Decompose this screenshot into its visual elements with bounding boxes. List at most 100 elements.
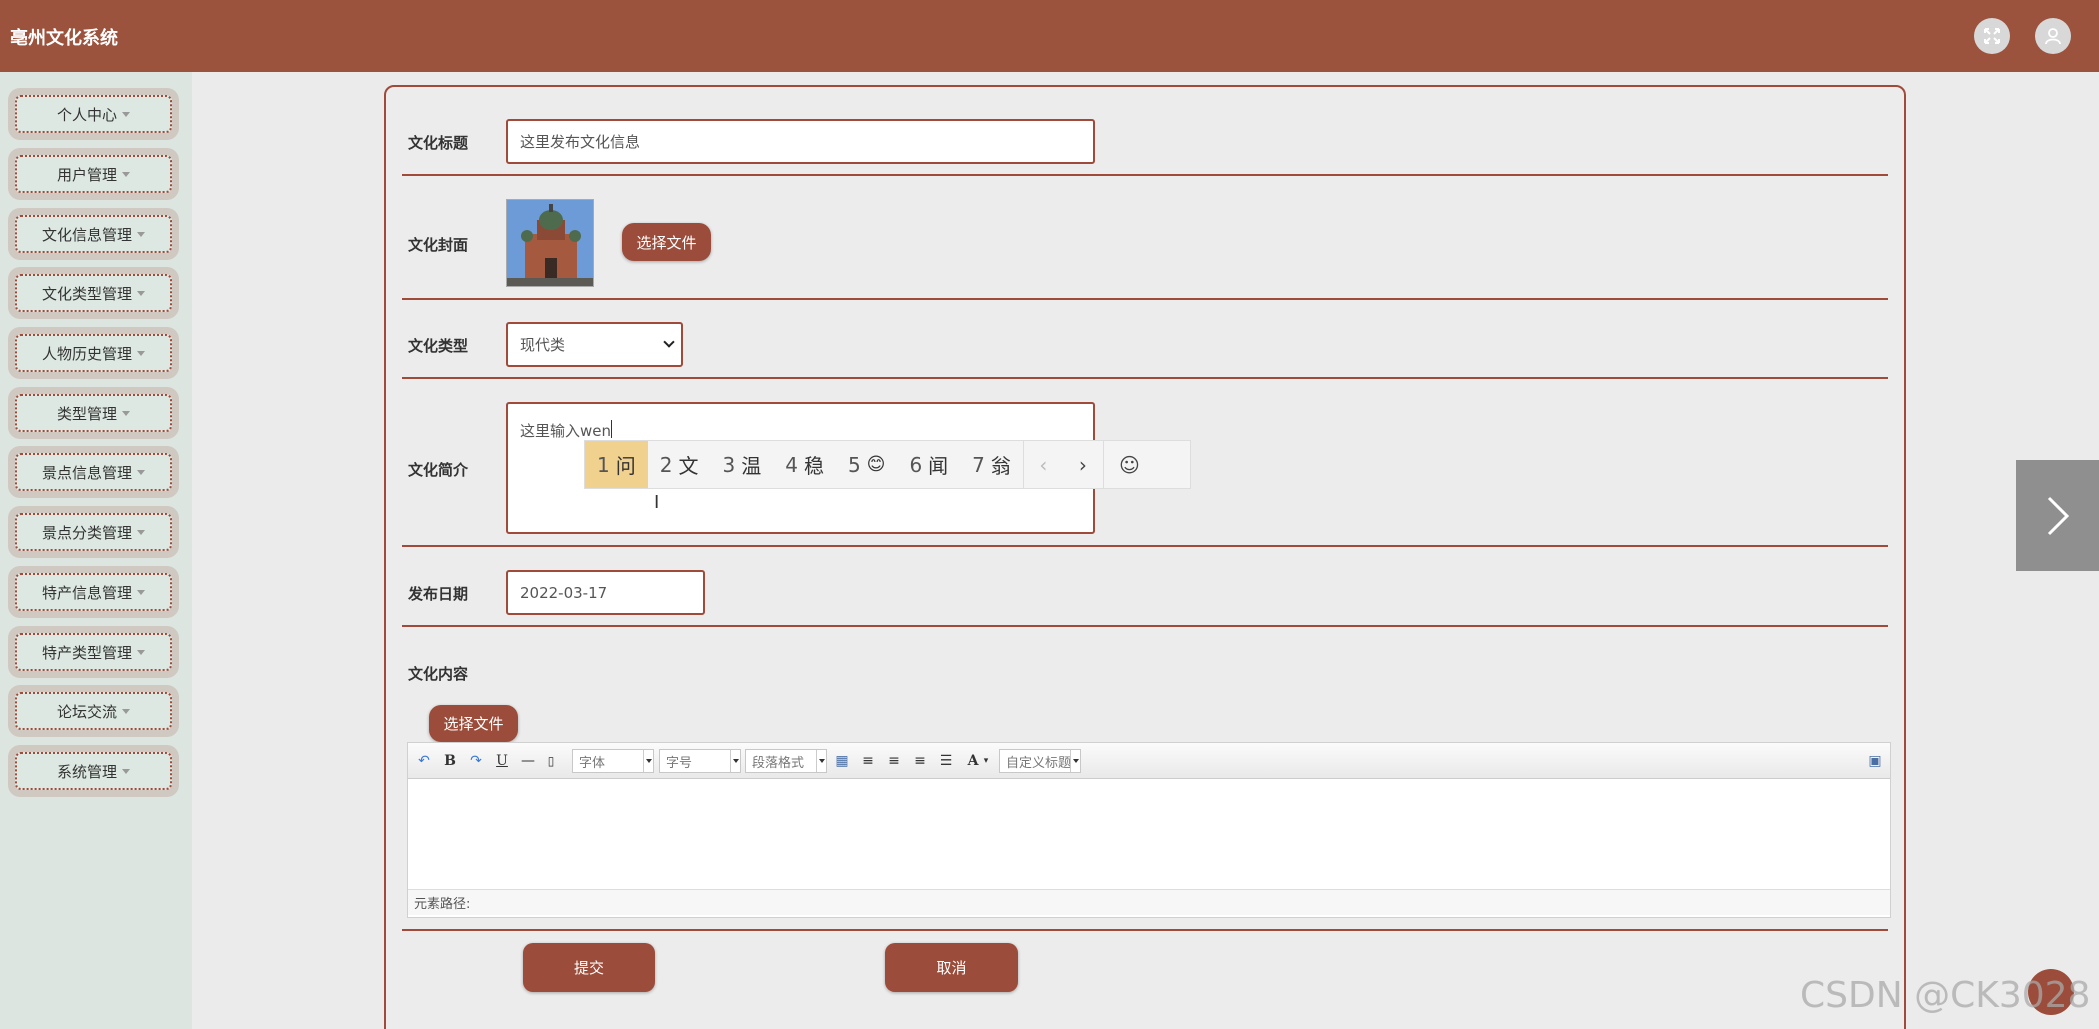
sidebar-item-specialty-info[interactable]: 特产信息管理 [8, 566, 179, 618]
sidebar-item-label: 特产类型管理 [41, 643, 132, 662]
text-cursor [611, 420, 613, 438]
dropdown-arrow-icon [816, 750, 826, 772]
custom-title-select[interactable]: 自定义标题 [999, 749, 1081, 773]
ime-candidate[interactable]: 6闻 [897, 441, 960, 488]
intro-text: 这里输入wen [520, 422, 612, 440]
intro-label: 文化简介 [408, 461, 469, 479]
sidebar-item-specialty-type[interactable]: 特产类型管理 [8, 626, 179, 678]
ime-candidate[interactable]: 5 😊 [836, 441, 898, 488]
editor-content-area[interactable] [408, 779, 1890, 889]
sidebar-item-culture-type[interactable]: 文化类型管理 [8, 267, 179, 319]
divider [402, 377, 1888, 379]
content-choose-file-button[interactable]: 选择文件 [429, 705, 518, 742]
cancel-button[interactable]: 取消 [885, 943, 1018, 992]
date-input[interactable]: 2022-03-17 [506, 570, 705, 615]
page-break-icon[interactable]: ▯ [544, 752, 558, 770]
ibeam-cursor-icon: I [654, 492, 660, 513]
sidebar-item-personal-center[interactable]: 个人中心 [8, 88, 179, 140]
app-title: 亳州文化系统 [10, 28, 118, 49]
dropdown-arrow-icon [730, 750, 740, 772]
caret-down-icon [122, 410, 130, 416]
sidebar-item-label: 个人中心 [56, 105, 117, 124]
next-panel-button[interactable] [2016, 460, 2099, 571]
caret-down-icon [137, 589, 145, 595]
sidebar-item-scenic-info[interactable]: 景点信息管理 [8, 446, 179, 498]
sidebar-item-label: 文化类型管理 [41, 284, 132, 303]
cover-choose-file-button[interactable]: 选择文件 [622, 223, 711, 261]
divider [402, 298, 1888, 300]
caret-down-icon [122, 708, 130, 714]
type-label: 文化类型 [408, 337, 469, 355]
redo-icon[interactable]: ↷ [468, 752, 484, 770]
caret-down-icon [137, 469, 145, 475]
content-label: 文化内容 [408, 665, 469, 683]
sidebar-item-label: 类型管理 [56, 404, 117, 423]
align-center-icon[interactable]: ≡ [912, 752, 928, 770]
ime-candidate[interactable]: 7翁 [960, 441, 1023, 488]
ime-candidate[interactable]: 3温 [710, 441, 773, 488]
cover-image [506, 199, 594, 287]
title-input[interactable]: 这里发布文化信息 [506, 119, 1095, 164]
watermark: CSDN @CK3028 [1800, 975, 2091, 1016]
rich-text-editor: ↶ B ↷ U — ▯ 字体 字号 段落格式 ▦ ≡ ≡ ≡ ☰ A ▾ 自定义… [407, 742, 1891, 918]
sidebar-item-label: 文化信息管理 [41, 225, 132, 244]
ime-candidate[interactable]: 2文 [648, 441, 711, 488]
caret-down-icon [137, 529, 145, 535]
user-icon[interactable] [2035, 18, 2071, 54]
fullscreen-editor-icon[interactable]: ▣ [1867, 752, 1883, 770]
sidebar-item-user-management[interactable]: 用户管理 [8, 148, 179, 200]
undo-icon[interactable]: ↶ [416, 752, 432, 770]
font-size-select[interactable]: 字号 [659, 749, 741, 773]
sidebar-item-label: 人物历史管理 [41, 344, 132, 363]
sidebar-item-label: 用户管理 [56, 165, 117, 184]
divider [402, 929, 1888, 931]
sidebar-item-label: 系统管理 [56, 762, 117, 781]
sidebar-item-label: 景点分类管理 [41, 523, 132, 542]
editor-element-path: 元素路径: [408, 889, 1890, 915]
chevron-down-icon [663, 336, 675, 348]
sidebar-item-label: 论坛交流 [56, 702, 117, 721]
date-label: 发布日期 [408, 585, 469, 603]
sidebar-item-type-management[interactable]: 类型管理 [8, 387, 179, 439]
caret-down-icon [122, 111, 130, 117]
ime-emoji-icon[interactable]: ☺ [1102, 441, 1155, 488]
top-bar: 亳州文化系统 [0, 0, 2099, 72]
caret-down-icon [122, 171, 130, 177]
divider [402, 545, 1888, 547]
bold-button[interactable]: B [442, 752, 458, 770]
ime-prev-icon[interactable]: ‹ [1022, 441, 1063, 488]
font-color-button[interactable]: A [966, 752, 980, 770]
submit-button[interactable]: 提交 [523, 943, 655, 992]
cover-label: 文化封面 [408, 236, 469, 254]
divider [402, 625, 1888, 627]
paragraph-format-select[interactable]: 段落格式 [745, 749, 827, 773]
sidebar-item-forum[interactable]: 论坛交流 [8, 685, 179, 737]
align-right-icon[interactable]: ≡ [886, 752, 902, 770]
chevron-right-icon [2047, 496, 2069, 535]
align-left-icon[interactable]: ≡ [860, 752, 876, 770]
horizontal-rule-icon[interactable]: — [520, 752, 536, 770]
sidebar-item-system[interactable]: 系统管理 [8, 745, 179, 797]
cathedral-photo [507, 200, 593, 286]
caret-down-icon [137, 350, 145, 356]
caret-down-icon [137, 231, 145, 237]
ime-candidate-bar: 1问 2文 3温 4稳 5 😊 6闻 7翁 ‹ › ☺ [584, 440, 1191, 489]
sidebar-item-label: 景点信息管理 [41, 463, 132, 482]
fullscreen-icon[interactable] [1974, 18, 2010, 54]
ime-candidate[interactable]: 1问 [585, 441, 648, 488]
dropdown-arrow-icon [1070, 750, 1080, 772]
justify-icon[interactable]: ☰ [938, 752, 954, 770]
sidebar-item-label: 特产信息管理 [41, 583, 132, 602]
divider [402, 174, 1888, 176]
sidebar-item-people-history[interactable]: 人物历史管理 [8, 327, 179, 379]
font-color-dropdown-icon[interactable]: ▾ [982, 752, 990, 770]
ime-candidate[interactable]: 4稳 [773, 441, 836, 488]
table-icon[interactable]: ▦ [834, 752, 850, 770]
sidebar-item-scenic-category[interactable]: 景点分类管理 [8, 506, 179, 558]
ime-next-icon[interactable]: › [1063, 441, 1103, 488]
sidebar-item-culture-info[interactable]: 文化信息管理 [8, 208, 179, 260]
underline-button[interactable]: U [494, 752, 510, 770]
editor-toolbar: ↶ B ↷ U — ▯ 字体 字号 段落格式 ▦ ≡ ≡ ≡ ☰ A ▾ 自定义… [408, 743, 1890, 779]
type-select[interactable]: 现代类 [506, 322, 683, 367]
font-family-select[interactable]: 字体 [572, 749, 654, 773]
